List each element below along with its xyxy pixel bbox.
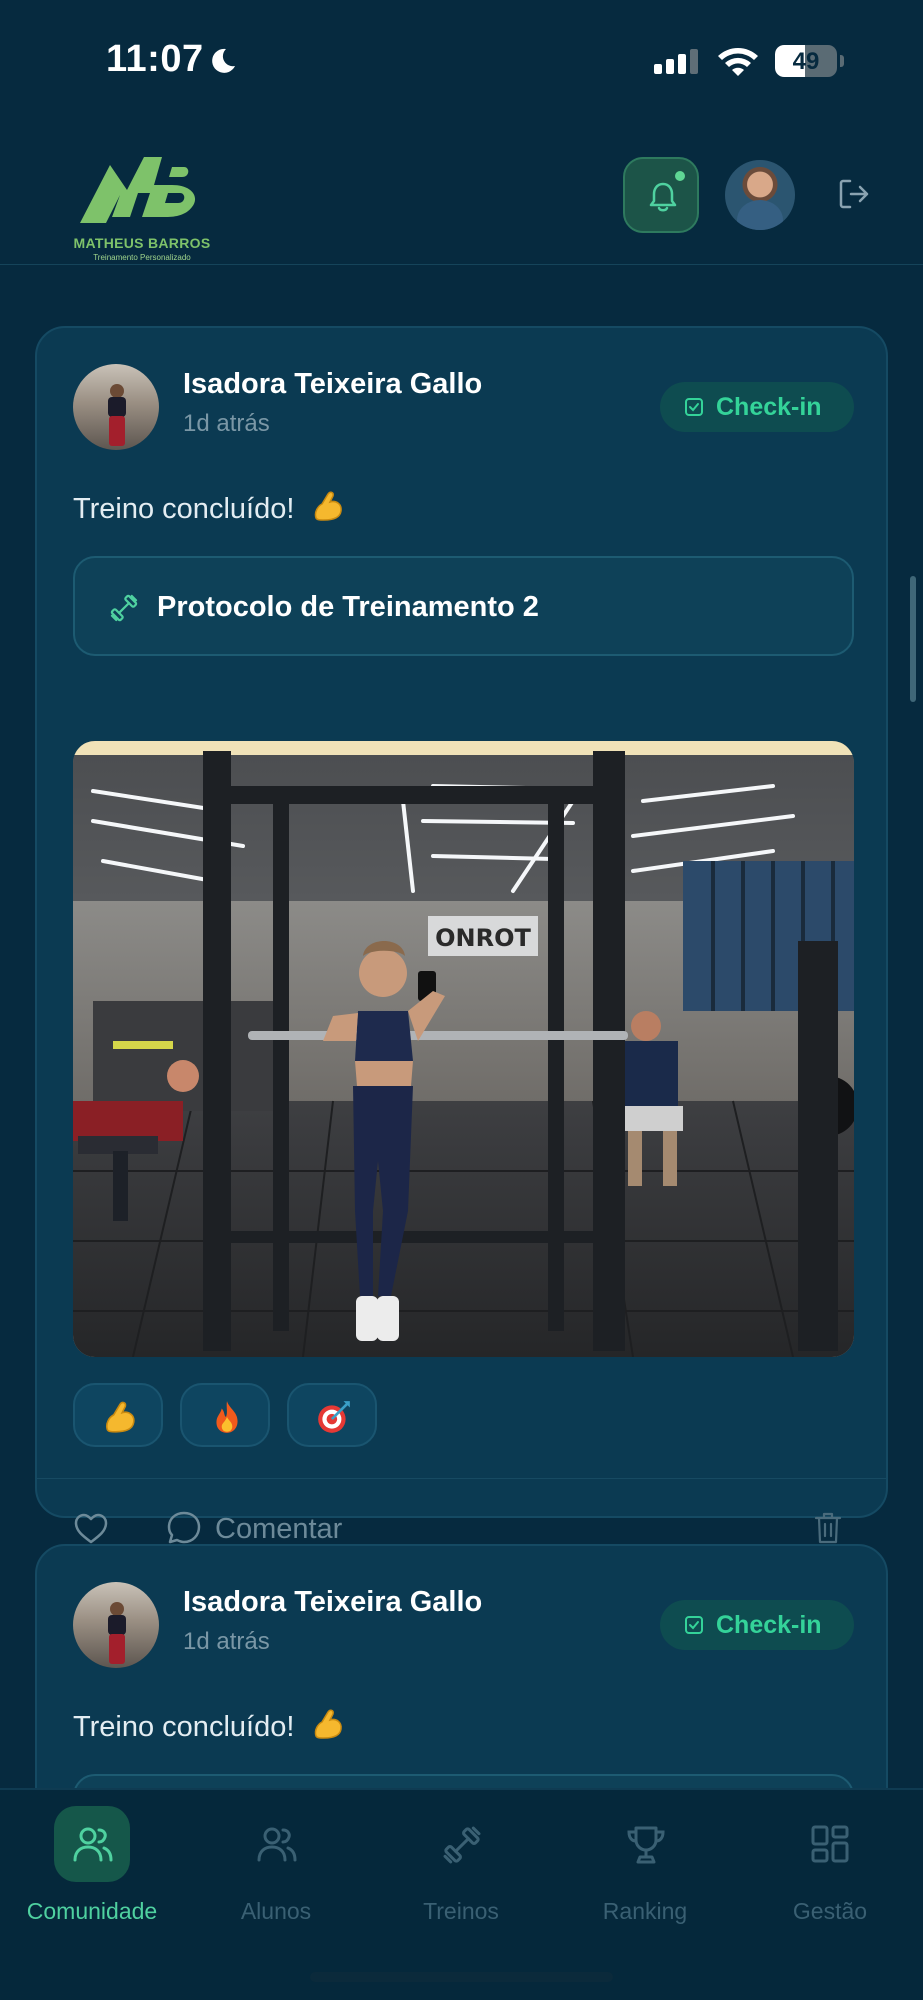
dumbbell-icon bbox=[443, 1826, 481, 1864]
tab-label: Alunos bbox=[240, 1898, 312, 1924]
trash-icon[interactable] bbox=[813, 1511, 843, 1545]
post-card: Isadora Teixeira Gallo 1d atrás Check-in… bbox=[35, 326, 888, 1545]
battery-tip bbox=[840, 55, 844, 67]
scrollbar[interactable] bbox=[910, 576, 916, 702]
community-feed[interactable]: Isadora Teixeira Gallo 1d atrás Check-in… bbox=[0, 266, 923, 1788]
comment-icon[interactable] bbox=[165, 1509, 203, 1547]
user-group-icon bbox=[257, 1827, 297, 1862]
grid-icon bbox=[811, 1825, 849, 1863]
tab-gestao[interactable]: Gestão bbox=[738, 1804, 922, 1924]
checkbox-icon bbox=[685, 1616, 703, 1634]
tab-icon-container bbox=[607, 1806, 683, 1882]
wifi-icon bbox=[718, 48, 758, 76]
post-time: 1d atrás bbox=[183, 1628, 270, 1655]
battery-percent: 49 bbox=[792, 48, 820, 75]
post-author[interactable]: Isadora Teixeira Gallo bbox=[183, 368, 482, 401]
avatar-figure-body bbox=[108, 1615, 126, 1635]
gym-selfie-image: ONROT bbox=[73, 741, 854, 1357]
tab-treinos[interactable]: Treinos bbox=[369, 1804, 553, 1924]
post-photo[interactable]: ONROT bbox=[73, 741, 854, 1357]
direct-hit-icon bbox=[318, 1401, 350, 1433]
flexed-biceps-icon bbox=[315, 491, 343, 521]
trophy-icon bbox=[627, 1826, 665, 1864]
notification-dot bbox=[673, 169, 687, 183]
svg-text:ONROT: ONROT bbox=[435, 924, 531, 952]
tab-label: Treinos bbox=[423, 1898, 499, 1924]
home-indicator[interactable] bbox=[310, 1972, 613, 1982]
post-text-content: Treino concluído! bbox=[73, 493, 295, 525]
fire-icon bbox=[216, 1401, 238, 1433]
post-text: Treino concluído! bbox=[73, 488, 346, 526]
tab-icon-container bbox=[54, 1806, 130, 1882]
checkin-label: Check-in bbox=[716, 1611, 822, 1639]
bottom-tab-bar: Comunidade Alunos Treinos Ranking Gestão bbox=[0, 1788, 923, 2000]
notifications-button[interactable] bbox=[623, 157, 699, 233]
checkin-label: Check-in bbox=[716, 393, 822, 421]
users-icon bbox=[73, 1827, 113, 1862]
cellular-signal-icon bbox=[654, 49, 698, 74]
brand-logo-mark bbox=[80, 157, 196, 223]
protocol-label: Protocolo de Treinamento 2 bbox=[157, 591, 539, 623]
flexed-biceps-icon bbox=[315, 1709, 343, 1739]
post-time: 1d atrás bbox=[183, 410, 270, 437]
tab-icon-container bbox=[423, 1806, 499, 1882]
avatar-figure-head bbox=[110, 384, 124, 398]
tab-label: Comunidade bbox=[26, 1898, 158, 1924]
reaction-fire[interactable] bbox=[180, 1383, 270, 1447]
logout-icon[interactable] bbox=[837, 177, 871, 211]
dumbbell-icon bbox=[110, 594, 138, 622]
post-actions-divider bbox=[37, 1478, 886, 1479]
workout-protocol-link[interactable] bbox=[73, 1774, 854, 1788]
tab-icon-container bbox=[792, 1806, 868, 1882]
avatar-figure-head bbox=[110, 1602, 124, 1616]
flexed-biceps-icon bbox=[106, 1401, 135, 1433]
avatar-figure-body bbox=[108, 397, 126, 417]
checkin-badge: Check-in bbox=[660, 382, 854, 432]
reaction-direct-hit[interactable] bbox=[287, 1383, 377, 1447]
bell-icon bbox=[649, 182, 677, 212]
author-avatar[interactable] bbox=[73, 364, 159, 450]
comment-button-label[interactable]: Comentar bbox=[215, 1513, 342, 1546]
tab-comunidade[interactable]: Comunidade bbox=[0, 1804, 184, 1924]
app-header: MATHEUS BARROS Treinamento Personalizado bbox=[0, 125, 923, 265]
avatar-figure-legs bbox=[109, 416, 125, 446]
status-time: 11:07 bbox=[106, 38, 204, 80]
profile-avatar[interactable] bbox=[725, 160, 795, 230]
tab-ranking[interactable]: Ranking bbox=[553, 1804, 737, 1924]
post-text-content: Treino concluído! bbox=[73, 1711, 295, 1743]
status-bar: 11:07 49 bbox=[0, 0, 923, 125]
moon-icon bbox=[212, 48, 235, 73]
brand-logo[interactable]: MATHEUS BARROS Treinamento Personalizado bbox=[72, 145, 212, 262]
post-card: Isadora Teixeira Gallo 1d atrás Check-in… bbox=[35, 1544, 888, 1788]
brand-tagline: Treinamento Personalizado bbox=[93, 253, 191, 262]
author-avatar[interactable] bbox=[73, 1582, 159, 1668]
heart-icon[interactable] bbox=[73, 1513, 109, 1545]
post-text: Treino concluído! bbox=[73, 1706, 346, 1744]
tab-label: Gestão bbox=[792, 1898, 868, 1924]
reaction-flexed-biceps[interactable] bbox=[73, 1383, 163, 1447]
tab-alunos[interactable]: Alunos bbox=[184, 1804, 368, 1924]
tab-label: Ranking bbox=[602, 1898, 688, 1924]
battery-icon: 49 bbox=[775, 45, 837, 77]
avatar-figure-legs bbox=[109, 1634, 125, 1664]
post-author[interactable]: Isadora Teixeira Gallo bbox=[183, 1586, 482, 1619]
checkin-badge: Check-in bbox=[660, 1600, 854, 1650]
tab-icon-container bbox=[238, 1806, 314, 1882]
brand-name: MATHEUS BARROS bbox=[73, 235, 211, 251]
checkbox-icon bbox=[685, 398, 703, 416]
workout-protocol-link[interactable]: Protocolo de Treinamento 2 bbox=[73, 556, 854, 656]
